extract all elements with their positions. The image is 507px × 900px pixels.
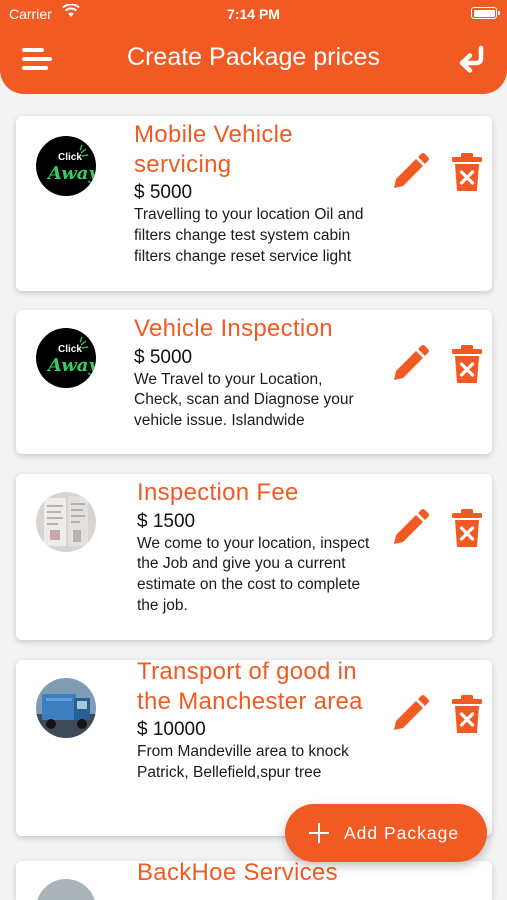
return-arrow-icon [459,45,484,73]
add-package-button[interactable]: Add Package [285,804,487,862]
pencil-icon [394,509,429,544]
edit-button[interactable] [390,152,430,192]
package-card[interactable]: Click Away Mobile Vehicle servicing $ 50… [16,116,492,291]
package-title: Mobile Vehicle servicing [134,121,293,178]
trash-icon [452,695,482,733]
truck-photo [36,678,96,738]
click-away-logo: Click Away [36,328,96,388]
package-title: Vehicle Inspection [134,315,333,342]
page-title: Create Package prices [127,43,380,71]
pencil-icon [394,345,429,380]
pencil-icon [394,695,429,730]
package-price: $ 10000 [137,719,206,740]
logo-text-top: Click [58,344,82,355]
package-card[interactable]: Inspection Fee $ 1500 We come to your lo… [16,474,492,640]
package-details: Mobile Vehicle servicing $ 5000 Travelli… [134,120,374,267]
delete-button[interactable] [450,694,484,734]
pencil-icon [394,153,429,188]
package-price: $ 1500 [137,510,196,532]
package-details: BackHoe Services [137,861,377,888]
package-price: $ 5000 [134,182,193,203]
package-details: Transport of good in the Manchester area… [137,660,377,784]
delete-button[interactable] [450,508,484,548]
package-price: $ 5000 [134,346,193,368]
status-bar: Carrier 7:14 PM [0,0,507,28]
logo-text-top: Click [58,152,82,163]
document-photo [36,492,96,552]
back-button[interactable] [457,44,489,76]
edit-button[interactable] [390,694,430,734]
logo-text-bottom: Away [46,163,96,184]
backhoe-photo [36,879,96,900]
edit-button[interactable] [390,344,430,384]
package-description: We Travel to your Location, Check, scan … [134,370,354,430]
clock: 7:14 PM [227,6,280,22]
edit-button[interactable] [390,508,430,548]
trash-icon [452,509,482,547]
delete-button[interactable] [450,344,484,384]
trash-icon [452,153,482,191]
app-header: Carrier 7:14 PM Create Package prices [0,0,507,94]
package-title: BackHoe Services [137,861,338,886]
package-card[interactable]: Click Away Vehicle Inspection $ 5000 We … [16,310,492,454]
trash-icon [452,345,482,383]
battery-icon [471,7,500,19]
package-description: Travelling to your location Oil and filt… [134,206,364,265]
delete-button[interactable] [450,152,484,192]
package-card[interactable]: BackHoe Services [16,861,492,900]
package-details: Inspection Fee $ 1500 We come to your lo… [137,478,377,617]
package-title: Inspection Fee [137,479,299,506]
package-description: From Mandeville area to knock Patrick, B… [137,743,349,781]
click-away-logo: Click Away [36,136,96,196]
add-package-label: Add Package [344,822,460,843]
package-title: Transport of good in the Manchester area [137,660,363,715]
package-details: Vehicle Inspection $ 5000 We Travel to y… [134,314,374,432]
logo-text-bottom: Away [46,355,96,376]
package-description: We come to your location, inspect the Jo… [137,534,370,614]
plus-icon [309,823,329,843]
